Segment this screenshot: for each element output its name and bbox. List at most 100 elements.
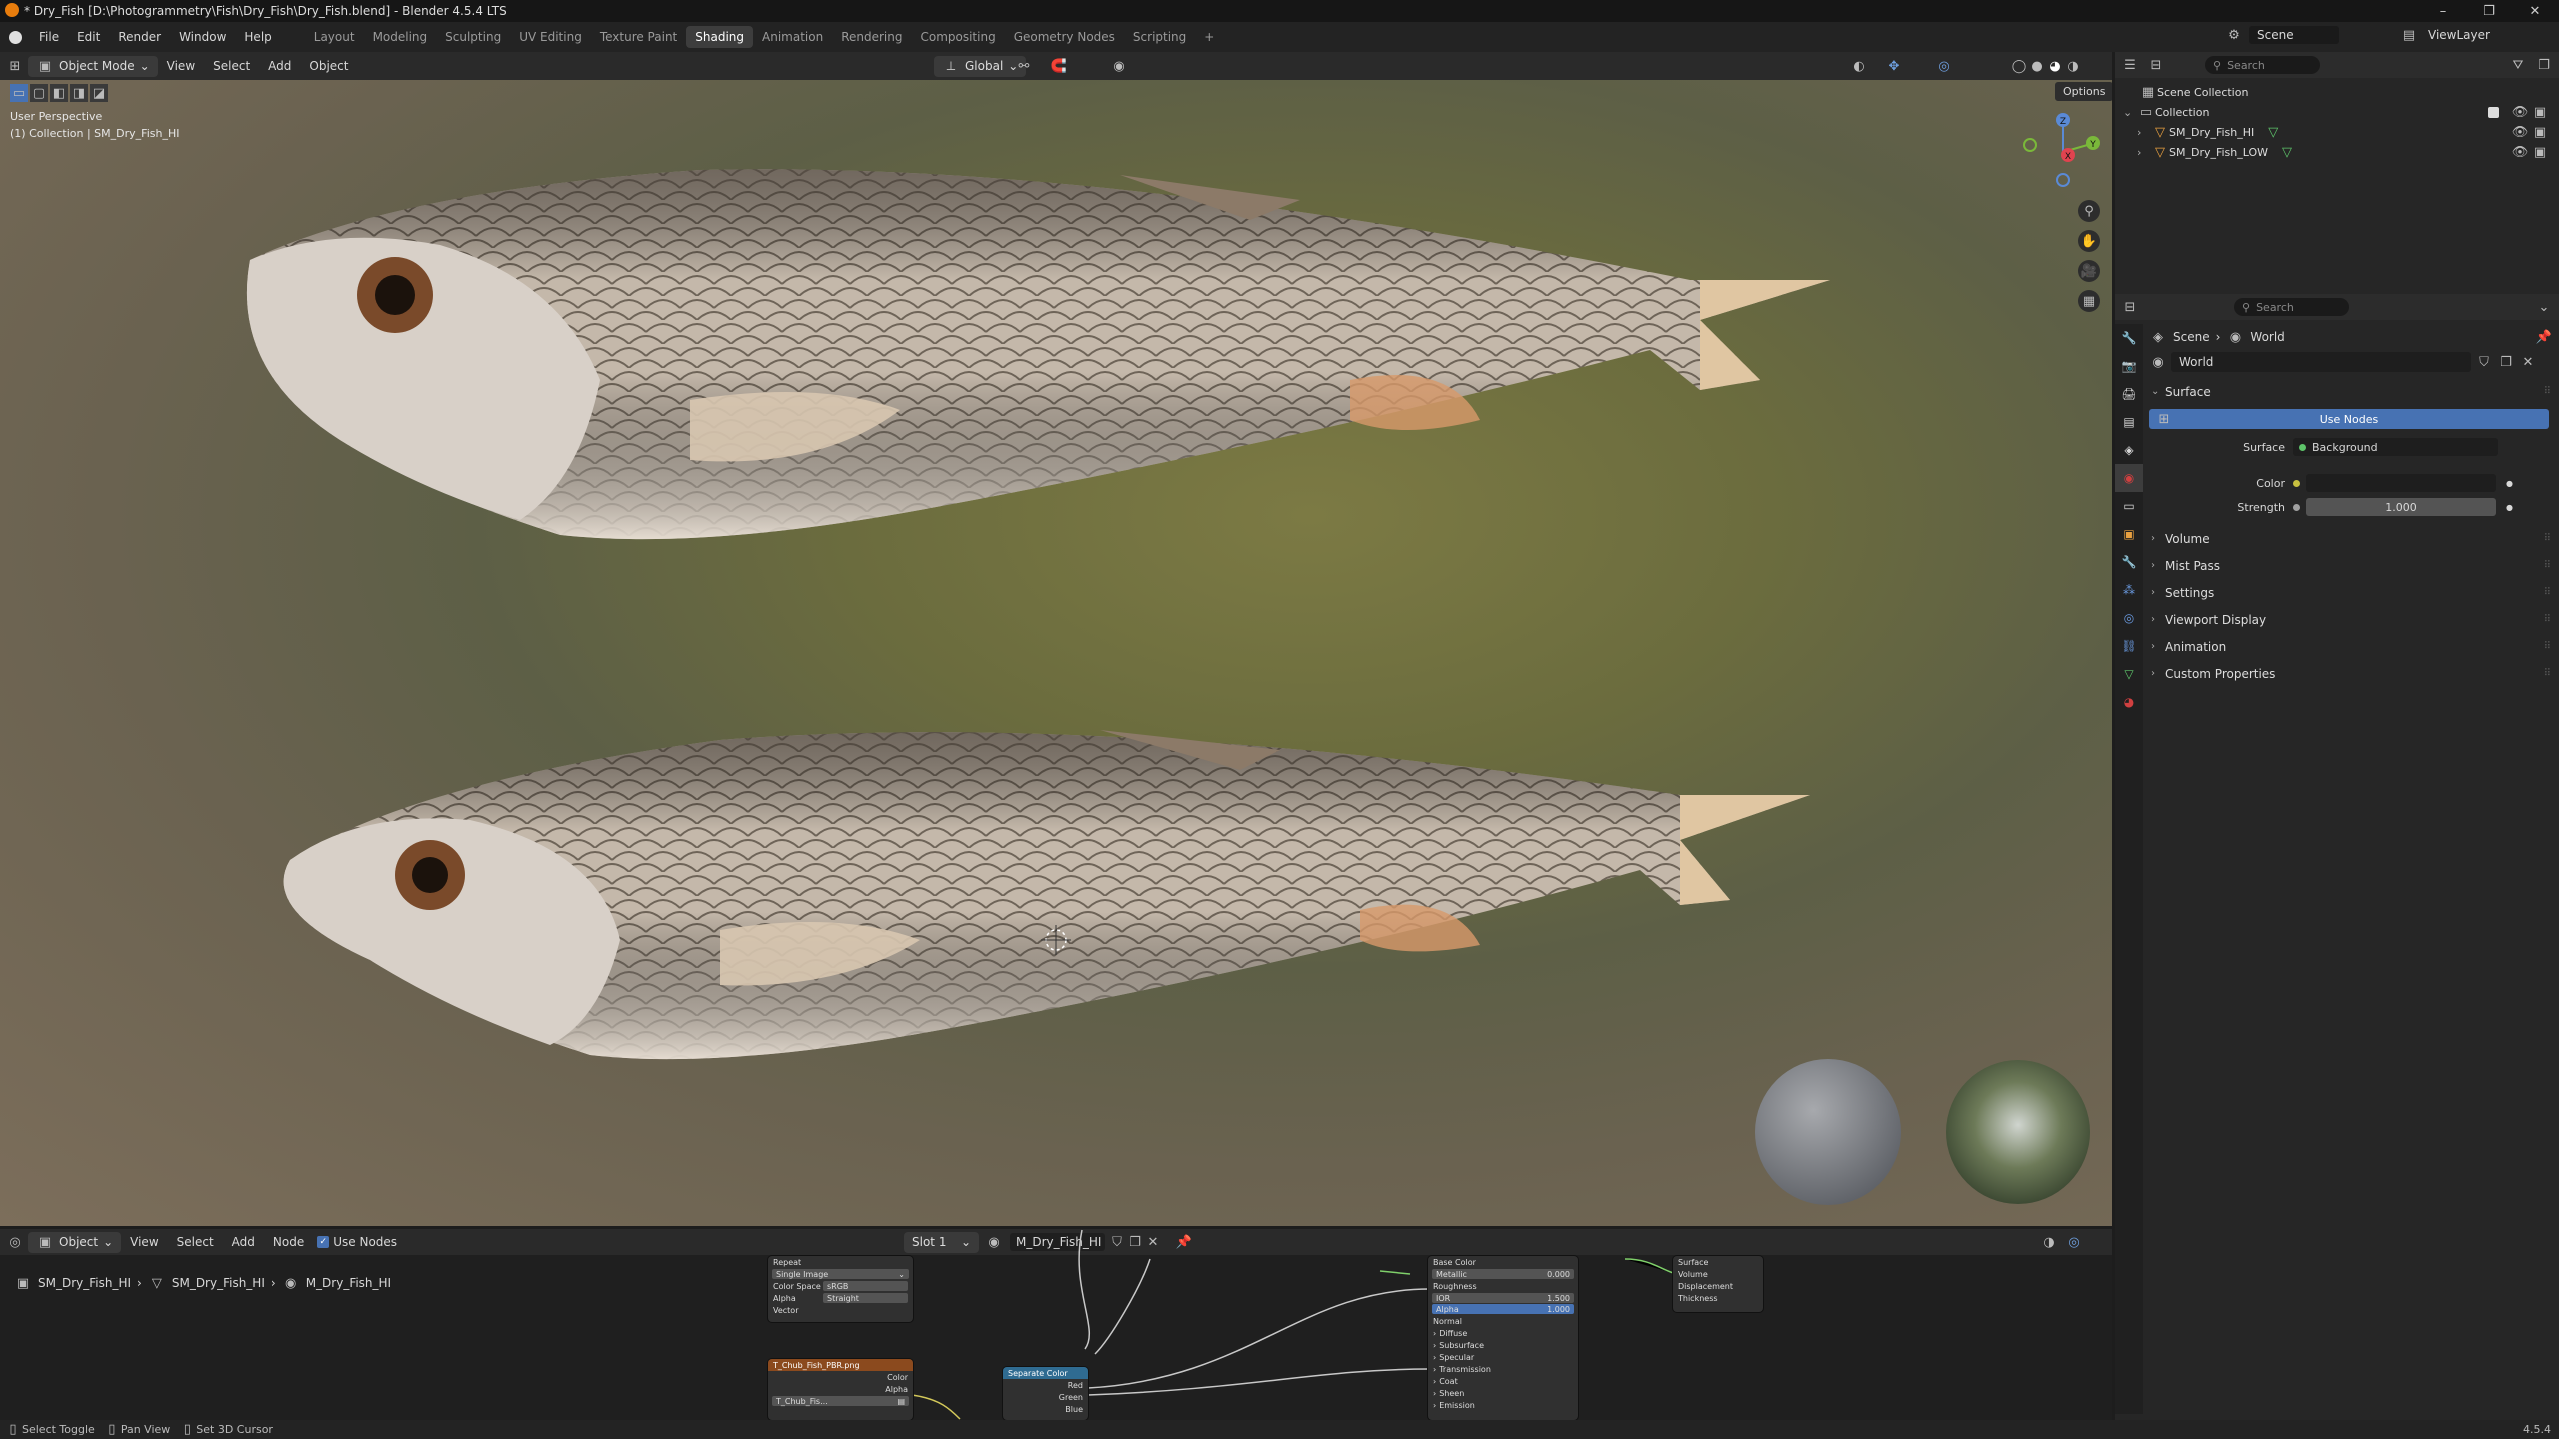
filter-icon[interactable]: ⛛ <box>2509 56 2527 74</box>
mesh-data-icon[interactable]: ▽ <box>2264 123 2282 141</box>
mode-dropdown[interactable]: ▣ Object Mode ⌄ <box>28 55 158 77</box>
collection-row[interactable]: ⌄ ▭ Collection 👁 ▣ <box>2115 102 2559 122</box>
chevron-down-icon[interactable]: ⌄ <box>2123 106 2137 119</box>
emission-section[interactable]: › Emission <box>1428 1399 1578 1411</box>
color-swatch[interactable] <box>2306 474 2496 492</box>
mesh-data-icon[interactable]: ▽ <box>2278 143 2296 161</box>
fish-hi-mesh[interactable] <box>246 169 1830 540</box>
coat-section[interactable]: › Coat <box>1428 1375 1578 1387</box>
constraints-tab-icon[interactable]: ⛓ <box>2115 632 2143 660</box>
duplicate-world-icon[interactable]: ❐ <box>2497 353 2515 371</box>
image-texture-node-header[interactable]: T_Chub_Fish_PBR.png <box>768 1359 913 1371</box>
menu-help[interactable]: Help <box>235 30 280 44</box>
image-datablock-field[interactable]: T_Chub_Fis... ▤ <box>772 1396 909 1406</box>
alpha-mode-field[interactable]: Straight <box>823 1293 908 1303</box>
tab-rendering[interactable]: Rendering <box>832 26 911 48</box>
surface-shader-field[interactable]: Background <box>2293 438 2498 456</box>
pivot-icon[interactable]: ⚯ <box>1015 57 1033 75</box>
eye-icon[interactable]: 👁 <box>2511 123 2529 141</box>
object-tab-icon[interactable]: ▣ <box>2115 520 2143 548</box>
scene-collection-row[interactable]: ▦ Scene Collection <box>2115 82 2559 102</box>
unlink-world-icon[interactable]: ✕ <box>2519 353 2537 371</box>
principled-bsdf-node[interactable]: Base Color Metallic 0.000 Roughness IOR 1.… <box>1428 1256 1578 1420</box>
chevron-right-icon[interactable]: › <box>2137 126 2151 139</box>
tab-animation[interactable]: Animation <box>753 26 832 48</box>
overlays-icon[interactable]: ◎ <box>1935 57 1953 75</box>
tab-geometry-nodes[interactable]: Geometry Nodes <box>1005 26 1124 48</box>
tool-tab-icon[interactable]: 🔧 <box>2115 324 2143 352</box>
drag-handle-icon[interactable]: ⠿ <box>2544 587 2551 598</box>
viewport-menu-view[interactable]: View <box>158 59 204 73</box>
view-layer-selector[interactable]: ▤ ViewLayer <box>2400 26 2494 44</box>
drag-handle-icon[interactable]: ⠿ <box>2544 614 2551 625</box>
tab-modeling[interactable]: Modeling <box>364 26 437 48</box>
mist-pass-panel-header[interactable]: › Mist Pass ⠿ <box>2143 552 2559 579</box>
add-workspace-icon[interactable]: + <box>1195 26 1223 48</box>
outliner-editor-icon[interactable]: ☰ <box>2121 56 2139 74</box>
3d-viewport[interactable]: ▭ ▢ ◧ ◨ ◪ User Perspective (1) Collectio… <box>0 80 2112 1226</box>
drag-handle-icon[interactable]: ⠿ <box>2544 668 2551 679</box>
menu-window[interactable]: Window <box>170 30 235 44</box>
material-tab-icon[interactable]: ◕ <box>2115 688 2143 716</box>
tab-scripting[interactable]: Scripting <box>1124 26 1195 48</box>
separate-color-node-header[interactable]: Separate Color <box>1003 1367 1088 1379</box>
custom-properties-panel-header[interactable]: › Custom Properties ⠿ <box>2143 660 2559 687</box>
tab-layout[interactable]: Layout <box>305 26 364 48</box>
menu-render[interactable]: Render <box>109 30 170 44</box>
viewport-menu-add[interactable]: Add <box>259 59 300 73</box>
transform-orientation-dropdown[interactable]: ⟂ Global ⌄ <box>934 55 1027 77</box>
menu-file[interactable]: File <box>30 30 68 44</box>
world-tab-icon[interactable]: ◉ <box>2115 464 2143 492</box>
eye-icon[interactable]: 👁 <box>2511 143 2529 161</box>
viewport-menu-select[interactable]: Select <box>204 59 259 73</box>
particles-tab-icon[interactable]: ⁂ <box>2115 576 2143 604</box>
camera-render-icon[interactable]: ▣ <box>2531 123 2549 141</box>
outliner-search[interactable]: ⚲ Search <box>2205 56 2320 74</box>
strength-field[interactable]: 1.000 <box>2306 498 2496 516</box>
image-browse-icon[interactable]: ▤ <box>897 1397 905 1406</box>
chevron-right-icon[interactable]: › <box>2137 146 2151 159</box>
properties-search[interactable]: ⚲ Search <box>2234 298 2349 316</box>
chevron-down-icon[interactable]: ⌄ <box>2535 298 2553 316</box>
settings-panel-header[interactable]: › Settings ⠿ <box>2143 579 2559 606</box>
tab-compositing[interactable]: Compositing <box>911 26 1004 48</box>
separate-color-node[interactable]: Separate Color Red Green Blue <box>1003 1367 1088 1420</box>
editor-type-icon[interactable]: ⊞ <box>6 57 24 75</box>
view-layer-name[interactable]: ViewLayer <box>2424 26 2494 44</box>
scene-selector[interactable]: ⚙ Scene <box>2225 26 2339 44</box>
scene-tab-icon[interactable]: ◈ <box>2115 436 2143 464</box>
object-row-hi[interactable]: › ▽ SM_Dry_Fish_HI ▽ 👁 ▣ <box>2115 122 2559 142</box>
visibility-icon[interactable]: ◐ <box>1850 57 1868 75</box>
checkbox-checked-icon[interactable] <box>2488 106 2499 118</box>
solid-shading-icon[interactable]: ● <box>2028 57 2046 75</box>
physics-tab-icon[interactable]: ◎ <box>2115 604 2143 632</box>
material-output-node[interactable]: Surface Volume Displacement Thickness <box>1673 1256 1763 1312</box>
render-tab-icon[interactable]: 📷 <box>2115 352 2143 380</box>
camera-render-icon[interactable]: ▣ <box>2531 103 2549 121</box>
metallic-field[interactable]: Metallic 0.000 <box>1432 1269 1574 1279</box>
wireframe-shading-icon[interactable]: ◯ <box>2010 57 2028 75</box>
image-texture-settings-node[interactable]: Repeat Single Image ⌄ Color Space sRGB Alp… <box>768 1256 913 1322</box>
animation-panel-header[interactable]: › Animation ⠿ <box>2143 633 2559 660</box>
color-space-field[interactable]: sRGB <box>823 1281 908 1291</box>
object-row-low[interactable]: › ▽ SM_Dry_Fish_LOW ▽ 👁 ▣ <box>2115 142 2559 162</box>
single-image-field[interactable]: Single Image ⌄ <box>772 1269 909 1279</box>
data-tab-icon[interactable]: ▽ <box>2115 660 2143 688</box>
image-texture-node[interactable]: T_Chub_Fish_PBR.png Color Alpha T_Chub_F… <box>768 1359 913 1420</box>
view-layer-tab-icon[interactable]: ▤ <box>2115 408 2143 436</box>
viewport-menu-object[interactable]: Object <box>300 59 357 73</box>
pin-icon[interactable]: 📌 <box>2535 328 2553 346</box>
sheen-section[interactable]: › Sheen <box>1428 1387 1578 1399</box>
gizmo-toggle-icon[interactable]: ✥ <box>1885 57 1903 75</box>
tab-uv-editing[interactable]: UV Editing <box>510 26 591 48</box>
material-preview-icon[interactable]: ◕ <box>2046 57 2064 75</box>
diffuse-section[interactable]: › Diffuse <box>1428 1327 1578 1339</box>
minimize-icon[interactable]: – <box>2420 0 2466 22</box>
surface-panel-header[interactable]: ⌄ Surface ⠿ <box>2143 378 2559 405</box>
drag-handle-icon[interactable]: ⠿ <box>2544 560 2551 571</box>
properties-editor-icon[interactable]: ⊟ <box>2121 298 2139 316</box>
world-name-field[interactable]: World <box>2171 352 2471 372</box>
drag-handle-icon[interactable]: ⠿ <box>2544 641 2551 652</box>
keyframe-dot-icon[interactable]: ● <box>2506 503 2513 512</box>
ior-field[interactable]: IOR 1.500 <box>1432 1293 1574 1303</box>
